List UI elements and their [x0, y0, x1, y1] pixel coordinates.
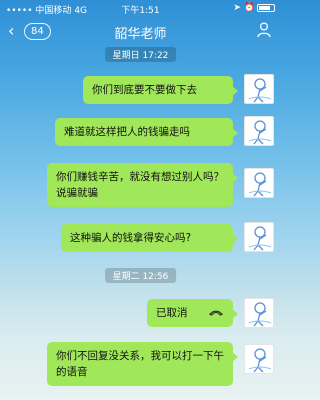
- message-bubble[interactable]: 难道就这样把人的钱骗走吗: [55, 118, 238, 146]
- chat-title: 韶华老师: [114, 27, 167, 42]
- avatar[interactable]: [244, 344, 274, 374]
- chat-header: ‹ 84 韶华老师: [0, 16, 281, 46]
- timestamp: 星期日 17:22: [104, 47, 177, 62]
- phone-hangup-icon: [209, 310, 223, 316]
- avatar[interactable]: [244, 298, 274, 328]
- voice-call-bubble[interactable]: 已取消: [147, 299, 238, 327]
- message-bubble[interactable]: 这种骗人的钱拿得安心吗?: [61, 224, 238, 252]
- message-bubble[interactable]: 你们不回复没关系，我可以打一下午的语音: [47, 342, 238, 386]
- avatar[interactable]: [244, 222, 274, 252]
- status-bar: ••••• 中国移动 4G 下午1:51 ➤ ⏰: [0, 0, 281, 16]
- battery-icon: [257, 3, 275, 12]
- call-status-label: 已取消: [156, 307, 188, 319]
- person-icon[interactable]: [257, 22, 271, 38]
- alarm-icon: ⏰: [243, 3, 255, 13]
- avatar[interactable]: [244, 168, 274, 198]
- avatar[interactable]: [244, 116, 274, 146]
- message-bubble[interactable]: 你们赚钱辛苦，就没有想过别人吗？说骗就骗: [47, 163, 238, 207]
- location-icon: ➤: [233, 3, 241, 13]
- message-bubble[interactable]: 你们到底要不要做下去: [83, 76, 238, 104]
- avatar[interactable]: [244, 74, 274, 104]
- timestamp: 星期二 12:56: [104, 268, 177, 283]
